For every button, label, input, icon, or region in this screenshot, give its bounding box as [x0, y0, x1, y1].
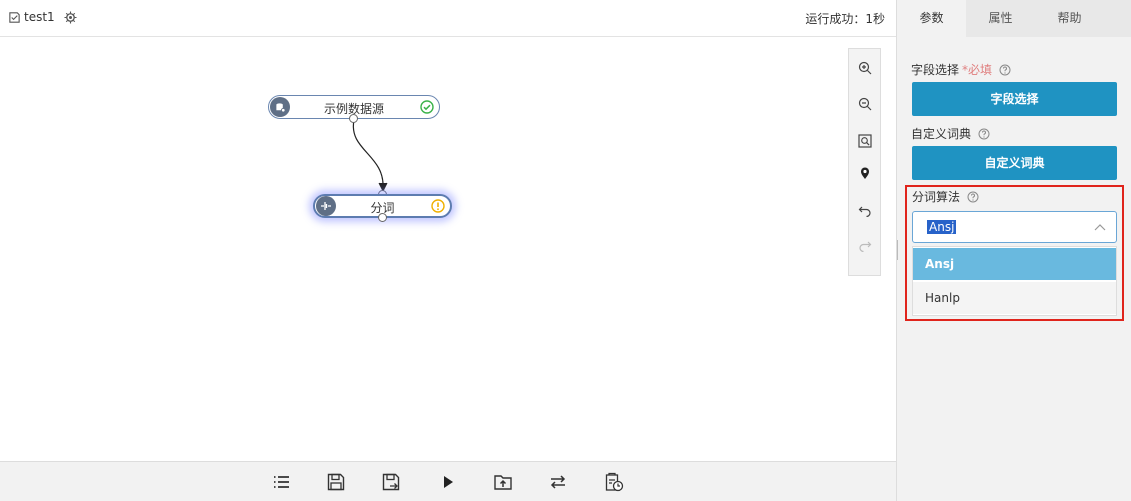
locate-button[interactable]: [849, 162, 880, 184]
tab-params[interactable]: 参数: [897, 0, 966, 37]
tab-help[interactable]: 帮助: [1035, 0, 1104, 37]
redo-icon: [858, 241, 871, 252]
algorithm-field-highlight: 分词算法 Ansj Ansj Hanlp: [905, 185, 1124, 321]
swap-button[interactable]: [548, 472, 568, 492]
success-icon: [420, 100, 434, 114]
custom-dict-label: 自定义词典: [911, 127, 972, 141]
app-window: test1 运行成功：1秒 示例数据源 分词 参数 属性 帮助 字段选择 *必填…: [0, 0, 1131, 501]
run-button[interactable]: [438, 472, 458, 492]
swap-icon: [550, 475, 566, 489]
chevron-up-icon: [1094, 222, 1106, 232]
help-icon[interactable]: [967, 191, 979, 203]
fit-view-icon: [857, 134, 872, 148]
panel-tabs: 参数 属性 帮助: [897, 0, 1131, 37]
export-button[interactable]: [493, 472, 513, 492]
list-icon: [274, 476, 289, 488]
redo-button[interactable]: [849, 234, 880, 256]
properties-panel: 参数 属性 帮助 字段选择 *必填 字段选择 自定义词典 自定义词典 分词算法: [897, 0, 1131, 501]
field-select-label: 字段选择: [911, 63, 960, 77]
save-as-button[interactable]: [381, 472, 401, 492]
save-as-icon: [382, 473, 400, 491]
help-icon[interactable]: [978, 128, 990, 140]
save-icon: [327, 473, 345, 491]
required-mark: *必填: [962, 63, 993, 77]
algorithm-label-row: 分词算法: [912, 188, 979, 205]
undo-button[interactable]: [849, 199, 880, 221]
algorithm-select[interactable]: Ansj: [912, 211, 1117, 243]
custom-dict-label-row: 自定义词典: [911, 125, 990, 142]
zoom-toolbar: [848, 48, 881, 276]
panel-resize-handle[interactable]: [897, 240, 900, 260]
option-hanlp[interactable]: Hanlp: [913, 282, 1116, 314]
canvas-area[interactable]: test1 运行成功：1秒 示例数据源 分词: [0, 0, 897, 501]
zoom-in-icon: [858, 61, 871, 75]
algorithm-selected-value: Ansj: [927, 220, 957, 234]
zoom-out-button[interactable]: [849, 93, 880, 115]
algorithm-label: 分词算法: [912, 190, 961, 204]
output-port[interactable]: [378, 213, 387, 222]
run-icon: [444, 476, 453, 488]
undo-icon: [858, 206, 871, 217]
option-ansj[interactable]: Ansj: [913, 248, 1116, 280]
tab-attributes[interactable]: 属性: [966, 0, 1035, 37]
output-port[interactable]: [349, 114, 358, 123]
list-button[interactable]: [271, 472, 291, 492]
help-icon[interactable]: [999, 64, 1011, 76]
fit-view-button[interactable]: [849, 130, 880, 152]
field-select-button[interactable]: 字段选择: [912, 82, 1117, 116]
warning-icon: [431, 199, 445, 213]
zoom-out-icon: [858, 97, 871, 111]
field-select-label-row: 字段选择 *必填: [911, 61, 1011, 78]
algorithm-dropdown-menu: Ansj Hanlp: [912, 246, 1117, 316]
bottom-toolbar: [0, 461, 896, 501]
edge-connector: [352, 119, 388, 193]
zoom-in-button[interactable]: [849, 57, 880, 79]
schedule-icon: [605, 472, 624, 492]
export-icon: [494, 475, 512, 490]
locate-icon: [860, 167, 869, 179]
save-button[interactable]: [326, 472, 346, 492]
custom-dict-button[interactable]: 自定义词典: [912, 146, 1117, 180]
schedule-button[interactable]: [604, 472, 624, 492]
